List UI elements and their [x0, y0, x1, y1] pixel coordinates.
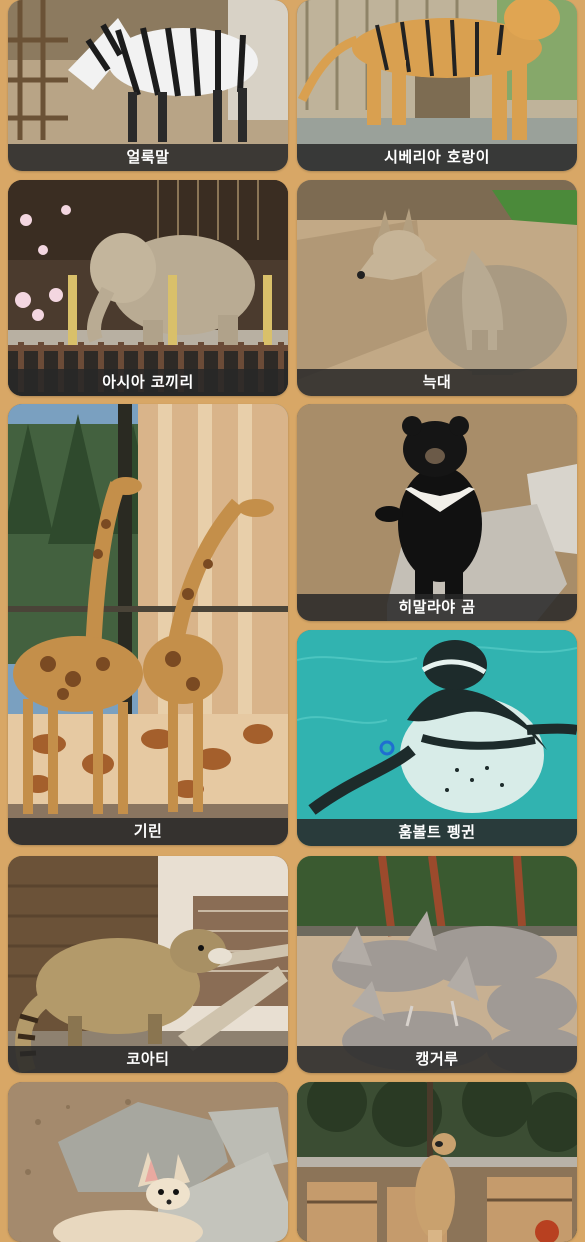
- animal-label: 시베리아 호랑이: [297, 144, 577, 171]
- animal-label: 훔볼트 펭귄: [297, 819, 577, 846]
- penguin-photo: [297, 630, 577, 846]
- kangaroo-photo: [297, 856, 577, 1073]
- animal-label: 캥거루: [297, 1046, 577, 1073]
- animal-label: 기린: [8, 818, 288, 845]
- animal-card-elephant[interactable]: 아시아 코끼리: [8, 180, 288, 396]
- animal-card-penguin[interactable]: 훔볼트 펭귄: [297, 630, 577, 846]
- fennec-fox-photo: [8, 1082, 288, 1242]
- bear-photo: [297, 404, 577, 621]
- animal-label: 히말라야 곰: [297, 594, 577, 621]
- animal-label: 얼룩말: [8, 144, 288, 171]
- giraffe-photo: [8, 404, 288, 845]
- meerkat-photo: [297, 1082, 577, 1242]
- coati-photo: [8, 856, 288, 1073]
- animal-card-tiger[interactable]: 시베리아 호랑이: [297, 0, 577, 171]
- animal-card-wolf[interactable]: 늑대: [297, 180, 577, 396]
- animal-label: 아시아 코끼리: [8, 369, 288, 396]
- wolf-photo: [297, 180, 577, 396]
- animal-card-bear[interactable]: 히말라야 곰: [297, 404, 577, 621]
- animal-card-coati[interactable]: 코아티: [8, 856, 288, 1073]
- animal-card-fennec-fox[interactable]: [8, 1082, 288, 1242]
- animal-card-giraffe[interactable]: 기린: [8, 404, 288, 845]
- animal-label: 늑대: [297, 369, 577, 396]
- animal-card-kangaroo[interactable]: 캥거루: [297, 856, 577, 1073]
- animal-card-zebra[interactable]: 얼룩말: [8, 0, 288, 171]
- elephant-photo: [8, 180, 288, 396]
- animal-label: 코아티: [8, 1046, 288, 1073]
- animal-card-meerkat[interactable]: [297, 1082, 577, 1242]
